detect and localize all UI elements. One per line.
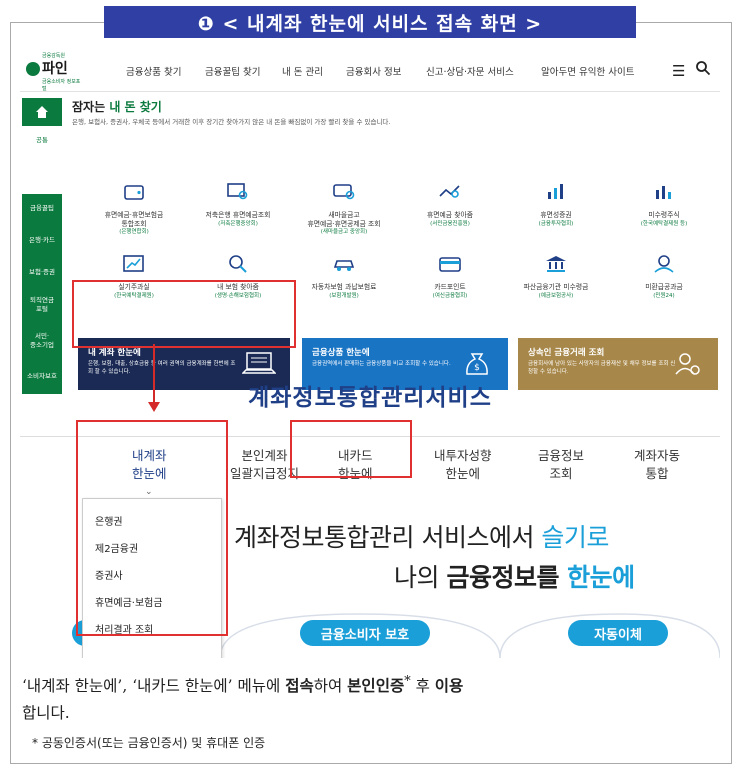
service-item[interactable]: 카드포인트 (여신금융협회)	[396, 252, 504, 300]
card-title: 금융상품 한눈에	[312, 348, 370, 358]
service-name: 미수령주식	[648, 211, 680, 219]
card-search-icon	[333, 184, 355, 200]
service-item[interactable]: 휴면예금·휴면보험금 통합조회 (은행연합회)	[80, 180, 188, 236]
service-source: (예금보험공사)	[538, 292, 574, 299]
service-title: 계좌정보통합관리서비스	[248, 385, 492, 411]
service-name: 자동차보험 과납보험료	[311, 283, 377, 291]
service-source: (새마을금고 중앙회)	[320, 229, 368, 235]
search-icon[interactable]	[695, 60, 711, 76]
service-source: (여신금융협회)	[432, 292, 468, 299]
sidebar-item-pension[interactable]: 퇴직연금 포털	[22, 296, 62, 314]
left-sidebar: 공통 금융꿀팁 은행·카드 보험·증권 퇴직연금 포털 서민· 중소기업 소비자…	[20, 92, 64, 658]
nav-item-report-consult[interactable]: 신고·상담·자문 서비스	[426, 64, 514, 78]
card-description: 금융회사에 남아 있는 사망자의 금융재산 및 채무 정보를 조회 신청할 수 …	[528, 361, 676, 375]
figure-banner: ❶ < 내계좌 한눈에 서비스 접속 화면 >	[104, 6, 636, 38]
service-name: 새마을금고 휴면예금·휴면공제금 조회	[307, 211, 381, 228]
chart-icon	[548, 184, 563, 199]
tab-investment[interactable]: 내투자성향 한눈에	[434, 447, 492, 483]
nav-item-my-money[interactable]: 내 돈 관리	[282, 64, 323, 78]
pill-consumer-protection[interactable]: 금융소비자 보호	[300, 620, 430, 646]
service-source: (금융투자협회)	[538, 220, 574, 227]
service-name: 휴면성증권	[540, 211, 572, 219]
highlight-my-card-tab	[290, 420, 412, 478]
graph-icon	[123, 255, 144, 272]
section-heading: 잠자는 내 돈 찾기	[72, 100, 162, 114]
bank-icon	[546, 256, 566, 272]
service-name: 카드포인트	[434, 283, 466, 291]
service-name: 휴면예금·휴면보험금 통합조회	[104, 211, 164, 228]
highlight-my-account-card	[72, 280, 296, 348]
service-source: (민원24)	[653, 292, 675, 299]
sidebar-item-insurance[interactable]: 보험·증권	[22, 268, 62, 277]
service-source: (보험개발원)	[329, 292, 359, 299]
card-title: 상속인 금융거래 조회	[528, 348, 605, 358]
logo-subtitle-bottom: 금융소비자 정보포털	[42, 79, 81, 92]
service-item[interactable]: 미수령주식 (한국예탁결제원 등)	[610, 180, 718, 228]
sidebar-item-sme[interactable]: 서민· 중소기업	[22, 332, 62, 350]
laptop-icon	[242, 352, 276, 374]
hamburger-icon[interactable]: ☰	[672, 62, 685, 80]
service-item[interactable]: 파산금융기관 미수령금 (예금보험공사)	[502, 252, 610, 300]
monitor-search-icon	[227, 183, 248, 200]
site-screenshot: 금융감독원 파인 금융소비자 정보포털 금융상품 찾기 금융꿀팁 찾기 내 돈 …	[20, 46, 720, 658]
refund-icon	[654, 255, 674, 273]
nav-item-companies[interactable]: 금융회사 정보	[346, 64, 401, 78]
sidebar-menu: 금융꿀팁 은행·카드 보험·증권 퇴직연금 포털 서민· 중소기업 소비자보호	[22, 194, 62, 394]
person-search-icon	[675, 353, 700, 375]
service-name: 휴면예금 찾아줌	[427, 211, 473, 219]
hand-money-icon	[439, 185, 460, 198]
card-description: 금융권역에서 판매하는 금융상품을 비교 조회할 수 있습니다.	[312, 361, 451, 367]
home-icon	[36, 106, 48, 118]
service-item[interactable]: 새마을금고 휴면예금·휴면공제금 조회 (새마을금고 중앙회)	[290, 180, 398, 236]
sidebar-item-tips[interactable]: 금융꿀팁	[22, 204, 62, 213]
nav-item-useful-sites[interactable]: 알아두면 유익한 사이트	[541, 64, 634, 78]
car-icon	[333, 260, 355, 271]
service-source: (한국예탁결제원 등)	[640, 220, 688, 227]
highlight-my-account-tab	[76, 420, 228, 636]
wallet-icon	[124, 185, 144, 200]
service-item[interactable]: 휴면예금 찾아줌 (서민금융진흥원)	[396, 180, 504, 228]
credit-card-icon	[439, 257, 461, 272]
nav-item-tips[interactable]: 금융꿀팁 찾기	[205, 64, 260, 78]
pill-auto-transfer[interactable]: 자동이체	[568, 620, 668, 646]
tab-auto-transfer[interactable]: 계좌자동 통합	[634, 447, 680, 483]
annotation-arrow-head	[148, 402, 160, 412]
hero-line-2: 나의 금융정보를 한눈에	[394, 563, 635, 592]
service-item[interactable]: 휴면성증권 (금융투자협회)	[502, 180, 610, 228]
service-source: (서민금융진흥원)	[430, 220, 470, 227]
service-item[interactable]: 자동차보험 과납보험료 (보험개발원)	[290, 252, 398, 300]
service-source: (은행연합회)	[119, 229, 149, 235]
hero-line-1: 계좌정보통합관리 서비스에서 슬기로	[234, 523, 609, 552]
nav-item-products[interactable]: 금융상품 찾기	[126, 64, 181, 78]
stock-icon	[656, 186, 671, 199]
service-source: (저축은행중앙회)	[218, 220, 258, 227]
figure-caption: ‘내계좌 한눈에’, ‘내카드 한눈에’ 메뉴에 접속하여 본인인증* 후 이용…	[22, 674, 464, 723]
money-bag-icon: $	[466, 353, 488, 375]
service-name: 파산금융기관 미수령금	[523, 283, 589, 291]
service-name: 미환급공과금	[645, 283, 683, 291]
caption-footnote: * 공동인증서(또는 금융인증서) 및 휴대폰 인증	[32, 736, 266, 750]
section-description: 은행, 보험사, 증권사, 우체국 등에서 거래한 이후 장기간 찾아가지 않은…	[72, 118, 391, 126]
service-name: 저축은행 휴면예금조회	[205, 211, 271, 219]
card-description: 은행, 보험, 대출, 상호금융 등 여러 권역의 금융계좌를 한번에 조회 할…	[88, 361, 236, 375]
service-item[interactable]: 미환급공과금 (민원24)	[610, 252, 718, 300]
logo-mark-icon	[26, 62, 40, 76]
service-item[interactable]: 저축은행 휴면예금조회 (저축은행중앙회)	[184, 180, 292, 228]
sidebar-item-common[interactable]: 공통	[22, 134, 62, 144]
annotation-arrow	[153, 344, 155, 406]
sidebar-item-bank-card[interactable]: 은행·카드	[22, 236, 62, 245]
svg-text:$: $	[474, 363, 480, 373]
top-navigation: 금융감독원 파인 금융소비자 정보포털 금융상품 찾기 금융꿀팁 찾기 내 돈 …	[20, 46, 720, 92]
tab-account-stop[interactable]: 본인계좌 일괄지급정지	[230, 447, 299, 483]
site-logo[interactable]: 금융감독원 파인 금융소비자 정보포털	[26, 52, 82, 92]
logo-word: 파인	[42, 61, 68, 77]
tab-finance-info[interactable]: 금융정보 조회	[538, 447, 584, 483]
home-button[interactable]	[22, 98, 62, 126]
search-person-icon	[229, 255, 247, 273]
